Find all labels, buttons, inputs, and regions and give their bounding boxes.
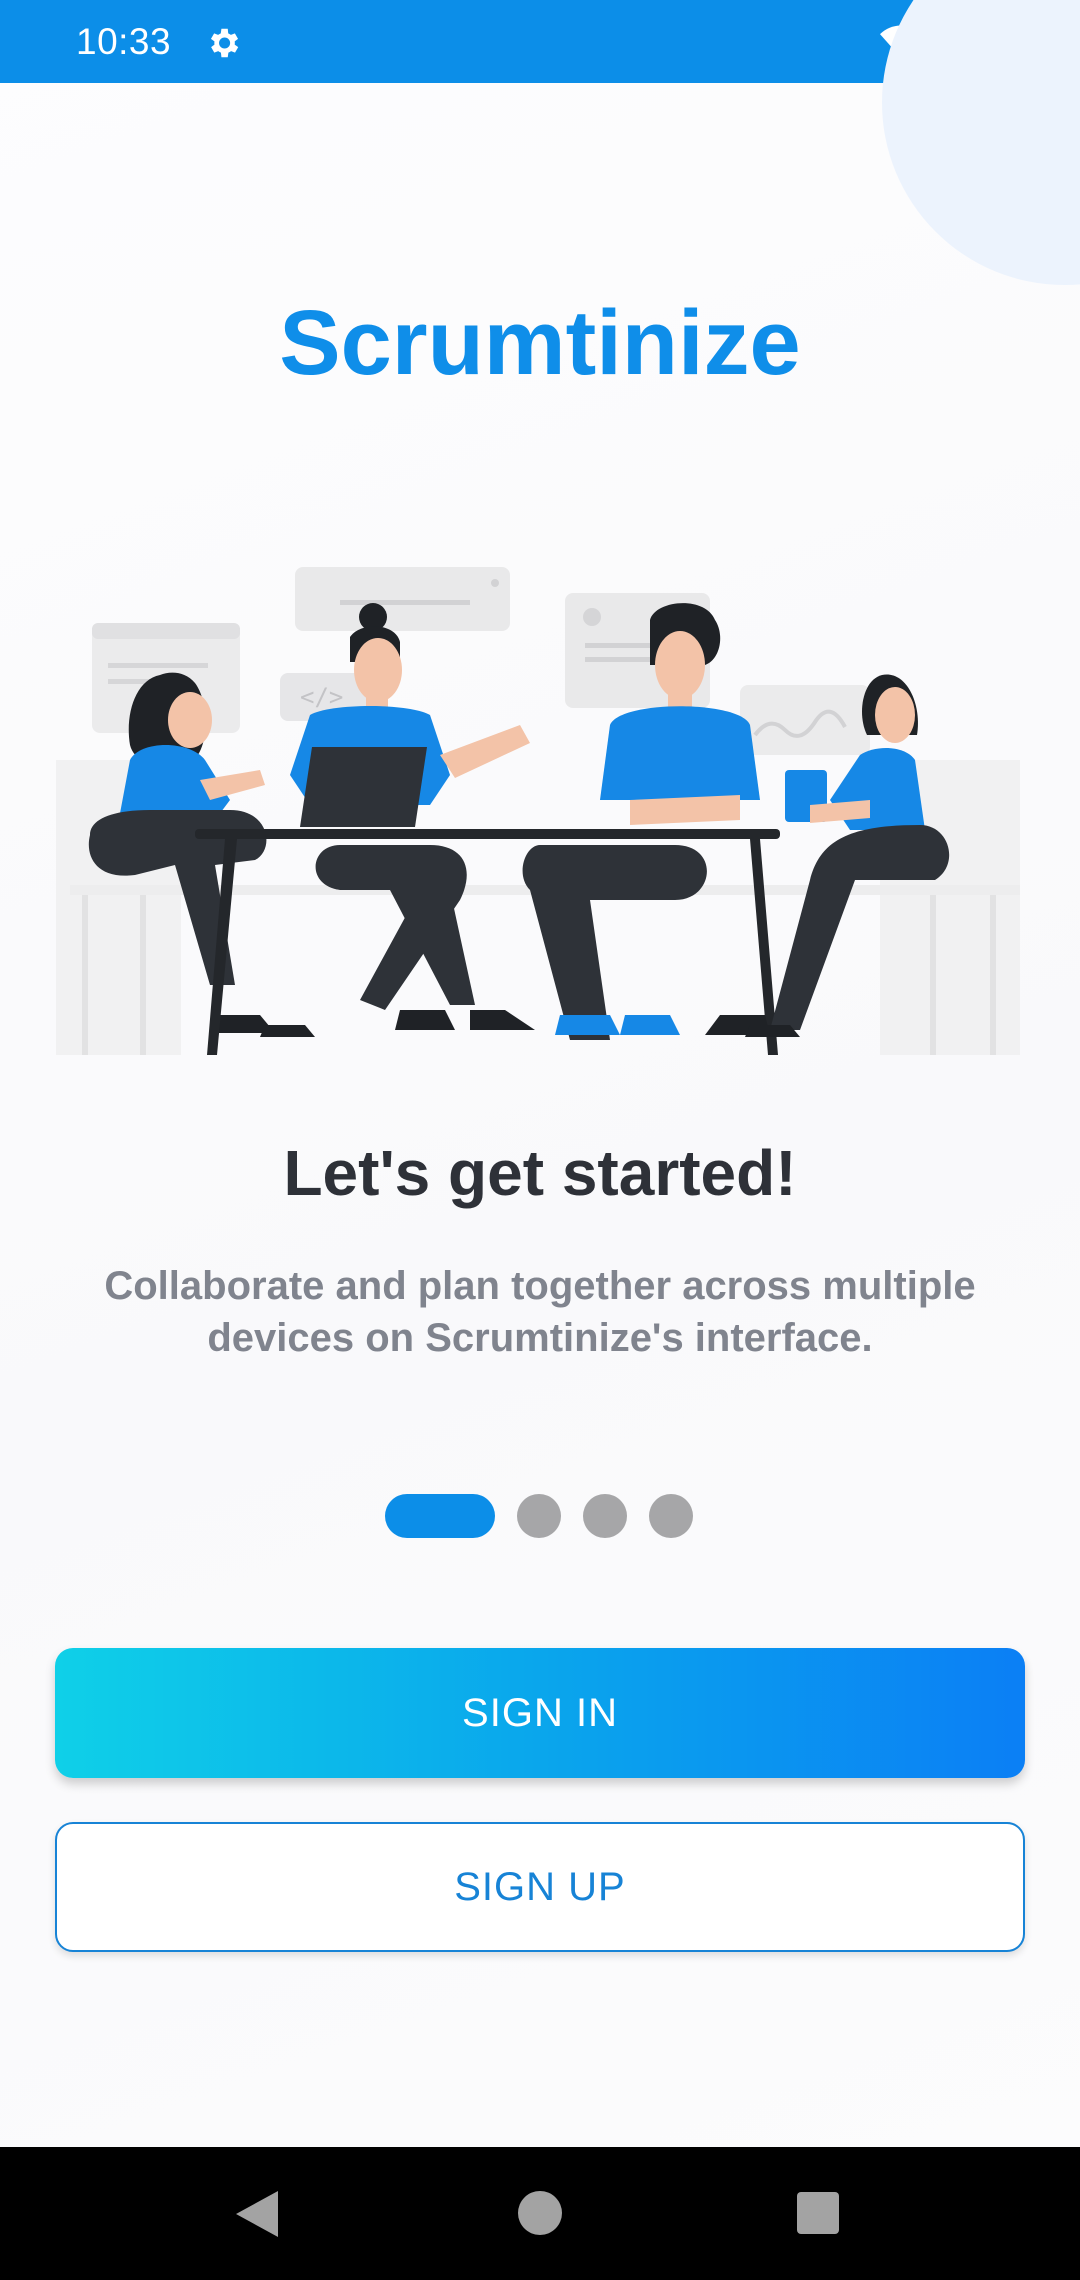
page-dot-active[interactable]	[385, 1494, 495, 1538]
page-dot[interactable]	[517, 1494, 561, 1538]
page-dot[interactable]	[649, 1494, 693, 1538]
system-nav-bar	[0, 2147, 1080, 2280]
app-title: Scrumtinize	[279, 292, 801, 394]
recents-icon[interactable]	[797, 2192, 839, 2234]
onboarding-screen: 10:33 Scrumtinize </> Let's get started!…	[0, 0, 1080, 2280]
sign-up-button[interactable]: SIGN UP	[55, 1822, 1025, 1952]
decorative-circle	[882, 0, 1080, 285]
home-icon[interactable]	[518, 2191, 562, 2235]
gear-icon	[210, 28, 239, 58]
status-time: 10:33	[76, 21, 172, 62]
page-indicator	[385, 1494, 693, 1538]
svg-text:</>: </>	[300, 683, 343, 711]
sign-in-button[interactable]: SIGN IN	[55, 1648, 1025, 1778]
team-meeting-illustration: </>	[56, 567, 1020, 1055]
page-dot[interactable]	[583, 1494, 627, 1538]
onboarding-description: Collaborate and plan together across mul…	[104, 1264, 976, 1360]
back-icon[interactable]	[234, 2189, 280, 2239]
onboarding-heading: Let's get started!	[283, 1137, 797, 1209]
